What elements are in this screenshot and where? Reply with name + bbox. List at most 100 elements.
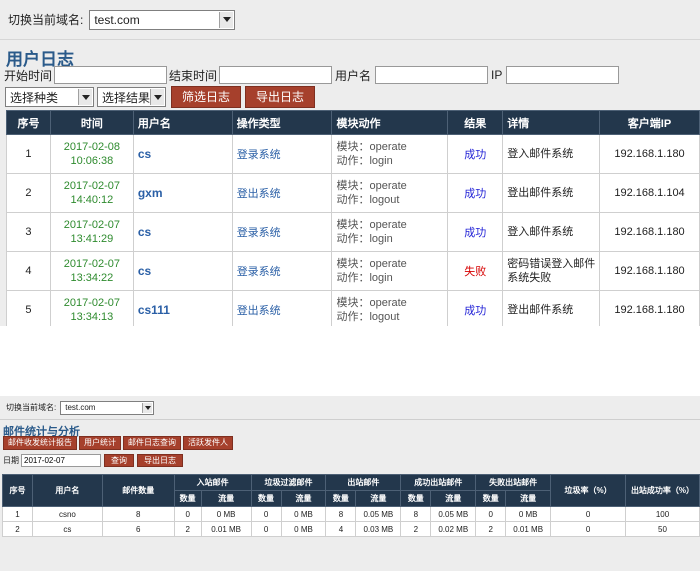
sub-header: 流量: [280, 490, 327, 507]
operation-type[interactable]: 登录系统: [231, 212, 333, 252]
username-link[interactable]: cs111: [132, 290, 233, 326]
cell-out-rate: 50: [625, 521, 700, 537]
username-link[interactable]: cs: [132, 134, 233, 174]
cell-in-f: 0.01 MB: [200, 521, 252, 537]
username-link[interactable]: gxm: [132, 173, 233, 213]
operation-type[interactable]: 登录系统: [231, 251, 333, 291]
cell-count: 8: [101, 506, 175, 522]
cell-ok-n: 8: [400, 506, 432, 522]
cell-in-n: 2: [173, 521, 202, 537]
cell-ok-n: 2: [400, 521, 432, 537]
client-ip: 192.168.1.180: [599, 212, 700, 252]
domain-label: 切换当前域名:: [6, 403, 57, 412]
cell-out-f: 0.03 MB: [355, 521, 402, 537]
query-button[interactable]: 查询: [104, 453, 134, 467]
cell-sp-n: 0: [250, 521, 282, 537]
module-action: 模块：operate 动作：login: [331, 134, 449, 174]
stats-title: 邮件统计与分析: [3, 426, 80, 438]
result-status: 失败: [447, 251, 504, 291]
table-row: 4 2017-02-07 13:34:22 cs 登录系统 模块：operate 动作：lo…: [6, 251, 700, 291]
group-header: 失败出站邮件: [475, 474, 552, 491]
table-header: 序号 用户名 邮件数量 入站邮件 垃圾过滤邮件 出站邮件 成功出站邮件 失败出站…: [2, 474, 700, 507]
group-header: 出站邮件: [325, 474, 402, 491]
detail-text: 登出邮件系统: [502, 173, 601, 213]
mail-stats-panel: 切换当前域名: test.com 邮件统计与分析 邮件收发统计报告 用户统计 邮…: [0, 396, 700, 571]
username-label: 用户名: [335, 68, 372, 83]
date-label: 日期: [3, 455, 19, 465]
table-row: 2 cs 6 2 0.01 MB 0 0 MB 4 0.03 MB 2 0.02 MB 2 0.01 M…: [2, 521, 700, 537]
result-status: 成功: [447, 173, 504, 213]
log-clock: 13:34:22: [70, 272, 114, 284]
module-action: 模块：operate 动作：login: [331, 251, 449, 291]
sub-header: 流量: [355, 490, 402, 507]
log-time: 2017-02-07 13:41:29: [49, 212, 134, 252]
cell-out-rate: 100: [625, 506, 700, 522]
row-number: 3: [6, 212, 51, 252]
col-header: 用户名: [31, 474, 103, 507]
action-row: 选择种类 选择结果 筛选日志 导出日志: [0, 85, 700, 109]
log-time: 2017-02-07 13:34:22: [49, 251, 134, 291]
col-header: 时间: [49, 110, 134, 135]
cell-user: cs: [31, 521, 103, 537]
log-date: 2017-02-08: [63, 141, 121, 153]
action-text: 动作：logout: [336, 311, 400, 323]
export-log-button[interactable]: 导出日志: [137, 453, 183, 467]
group-header: 成功出站邮件: [400, 474, 477, 491]
cell-no: 1: [2, 506, 33, 522]
end-time-input[interactable]: [219, 66, 333, 84]
table-header: 序号 时间 用户名 操作类型 模块动作 结果 详情 客户端IP: [6, 110, 700, 135]
export-log-button[interactable]: 导出日志: [245, 86, 315, 108]
filter-log-button[interactable]: 筛选日志: [171, 86, 241, 108]
table-row: 1 2017-02-08 10:06:38 cs 登录系统 模块：operate 动作：lo…: [6, 134, 700, 174]
log-clock: 13:41:29: [70, 233, 114, 245]
domain-select[interactable]: test.com: [89, 9, 236, 30]
cell-fail-n: 2: [475, 521, 507, 537]
log-clock: 10:06:38: [70, 155, 114, 167]
user-stats-button[interactable]: 用户统计: [79, 436, 121, 450]
sub-header: 流量: [505, 490, 552, 507]
active-senders-button[interactable]: 活跃发件人: [183, 436, 233, 450]
log-time: 2017-02-08 10:06:38: [49, 134, 134, 174]
log-date: 2017-02-07: [63, 258, 121, 270]
log-time: 2017-02-07 13:34:13: [49, 290, 134, 326]
username-link[interactable]: cs: [132, 212, 233, 252]
domain-bar: 切换当前域名: test.com: [0, 0, 700, 40]
module-text: 模块：operate: [336, 141, 407, 153]
chevron-down-icon: [219, 11, 234, 28]
end-time-label: 结束时间: [169, 68, 218, 83]
cell-out-n: 8: [325, 506, 357, 522]
result-select[interactable]: 选择结果: [97, 87, 166, 107]
table-row: 1 csno 8 0 0 MB 0 0 MB 8 0.05 MB 8 0.05 MB 0 0 MB 0 10…: [2, 506, 700, 522]
date-input[interactable]: [21, 453, 101, 467]
type-select[interactable]: 选择种类: [5, 87, 94, 107]
result-status: 成功: [447, 134, 504, 174]
result-select-value: 选择结果: [102, 90, 151, 105]
action-text: 动作：login: [336, 233, 393, 245]
table-row: 5 2017-02-07 13:34:13 cs111 登出系统 模块：operate 动作…: [6, 290, 700, 326]
user-log-panel: 切换当前域名: test.com 用户日志 开始时间 结束时间 用户名 IP 选…: [0, 0, 700, 326]
start-time-input[interactable]: [54, 66, 168, 84]
cell-count: 6: [101, 521, 175, 537]
domain-select[interactable]: test.com: [60, 400, 155, 415]
operation-type[interactable]: 登出系统: [231, 173, 333, 213]
module-action: 模块：operate 动作：login: [331, 212, 449, 252]
username-link[interactable]: cs: [132, 251, 233, 291]
cell-spam-rate: 0: [550, 521, 627, 537]
action-text: 动作：logout: [336, 194, 400, 206]
col-header: 邮件数量: [101, 474, 175, 507]
mail-log-query-button[interactable]: 邮件日志查询: [123, 436, 181, 450]
log-clock: 14:40:12: [70, 194, 114, 206]
row-number: 1: [6, 134, 51, 174]
col-header: 序号: [6, 110, 51, 135]
username-input[interactable]: [375, 66, 489, 84]
module-text: 模块：operate: [336, 219, 407, 231]
mail-report-button[interactable]: 邮件收发统计报告: [3, 436, 77, 450]
row-number: 2: [6, 173, 51, 213]
ip-input[interactable]: [506, 66, 620, 84]
operation-type[interactable]: 登出系统: [231, 290, 333, 326]
table-row: 2 2017-02-07 14:40:12 gxm 登出系统 模块：operate 动作：l…: [6, 173, 700, 213]
sub-header: 数量: [250, 490, 282, 507]
start-time-label: 开始时间: [4, 68, 53, 83]
operation-type[interactable]: 登录系统: [231, 134, 333, 174]
action-text: 动作：login: [336, 272, 393, 284]
